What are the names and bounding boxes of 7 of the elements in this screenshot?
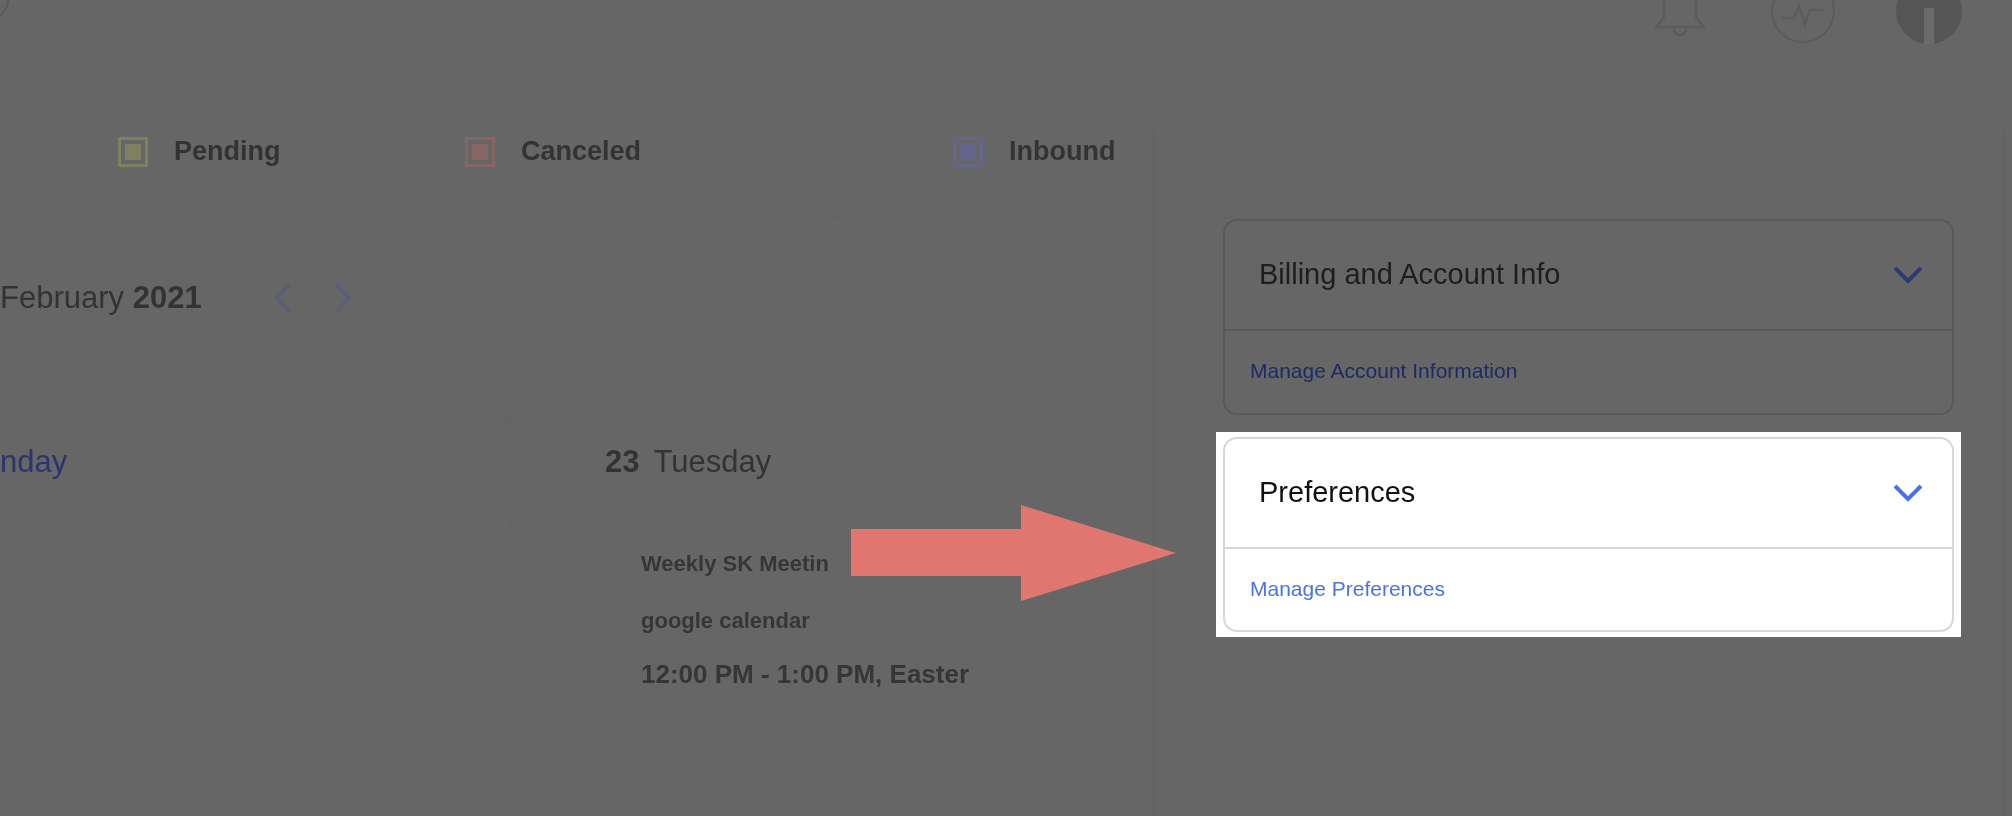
settings-link[interactable]: Manage Preferences [1250,572,1445,604]
section-title: Preferences [1259,474,1416,510]
settings-link[interactable]: Manage Account Information [1250,355,1518,387]
chevron-down-icon[interactable] [1892,265,1924,285]
chevron-down-icon[interactable] [1892,482,1924,503]
day-heading: nday [0,443,69,481]
section-title: Billing and Account Info [1259,257,1561,293]
